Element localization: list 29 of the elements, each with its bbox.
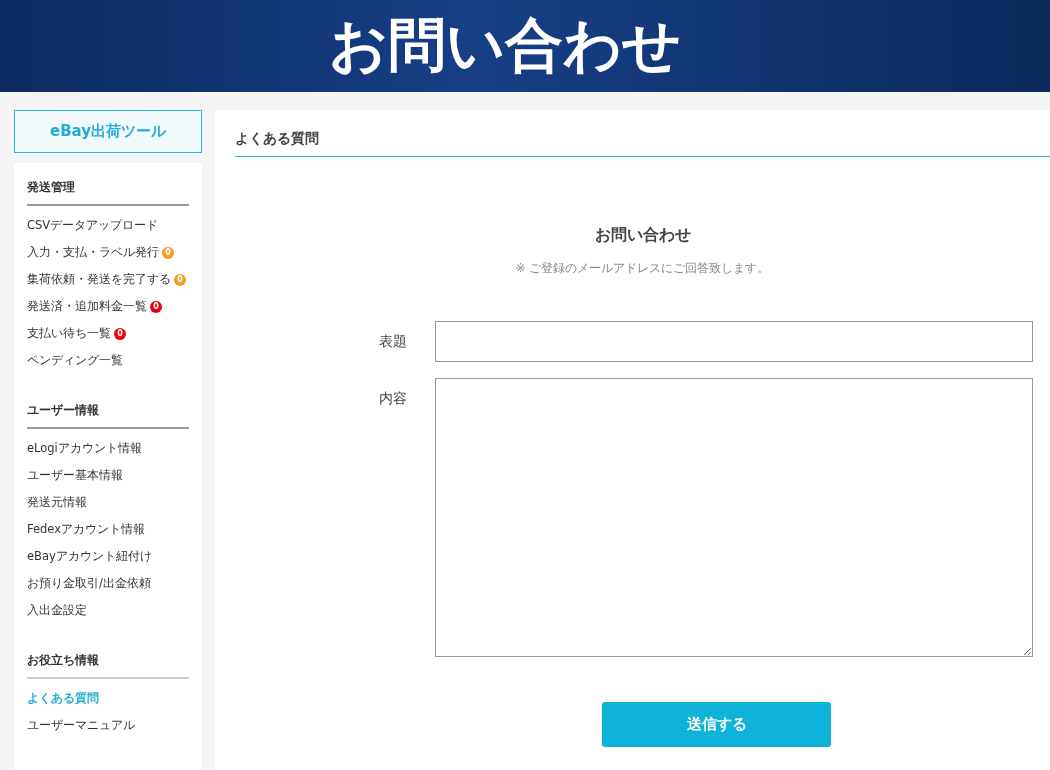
note-text: ※ ご登録のメールアドレスにご回答致します。: [514, 260, 771, 277]
sidebar-link[interactable]: お預り金取引/出金依頼: [27, 576, 151, 591]
section-heading: 発送管理: [27, 173, 189, 206]
sidebar-link[interactable]: Fedexアカウント情報: [27, 522, 146, 537]
sidebar-link[interactable]: ユーザーマニュアル: [27, 718, 135, 733]
field-label: 表題: [378, 333, 408, 351]
content-field[interactable]: [435, 378, 1033, 657]
form-title: お問い合わせ: [593, 225, 692, 246]
sidebar-link[interactable]: ペンディング一覧: [27, 353, 123, 368]
sidebar-link[interactable]: 発送元情報: [27, 495, 87, 510]
sidebar-link[interactable]: 発送済・追加料金一覧: [27, 299, 147, 314]
banner-title: お問い合わせ: [329, 10, 681, 81]
count-badge: 0: [162, 246, 174, 259]
count-badge: 0: [174, 273, 186, 286]
sidebar-link[interactable]: CSVデータアップロード: [27, 218, 159, 233]
sidebar-link[interactable]: 入出金設定: [27, 603, 87, 618]
sidebar-link[interactable]: 入力・支払・ラベル発行: [27, 245, 159, 260]
sidebar-link[interactable]: ユーザー基本情報: [27, 468, 123, 483]
count-badge: 0: [150, 300, 162, 313]
sidebar-link[interactable]: eBayアカウント紐付け: [27, 549, 152, 564]
subject-field[interactable]: [435, 321, 1033, 362]
sidebar-link[interactable]: 集荷依頼・発送を完了する: [27, 272, 171, 287]
sidebar-link[interactable]: 支払い待ち一覧: [27, 326, 111, 341]
count-badge: 0: [114, 327, 126, 340]
section-heading: ユーザー情報: [27, 396, 189, 429]
section-heading: お役立ち情報: [27, 646, 189, 679]
page-heading: よくある質問: [235, 130, 1050, 157]
field-label: 内容: [378, 390, 408, 408]
sidebar-link[interactable]: eLogiアカウント情報: [27, 441, 142, 456]
